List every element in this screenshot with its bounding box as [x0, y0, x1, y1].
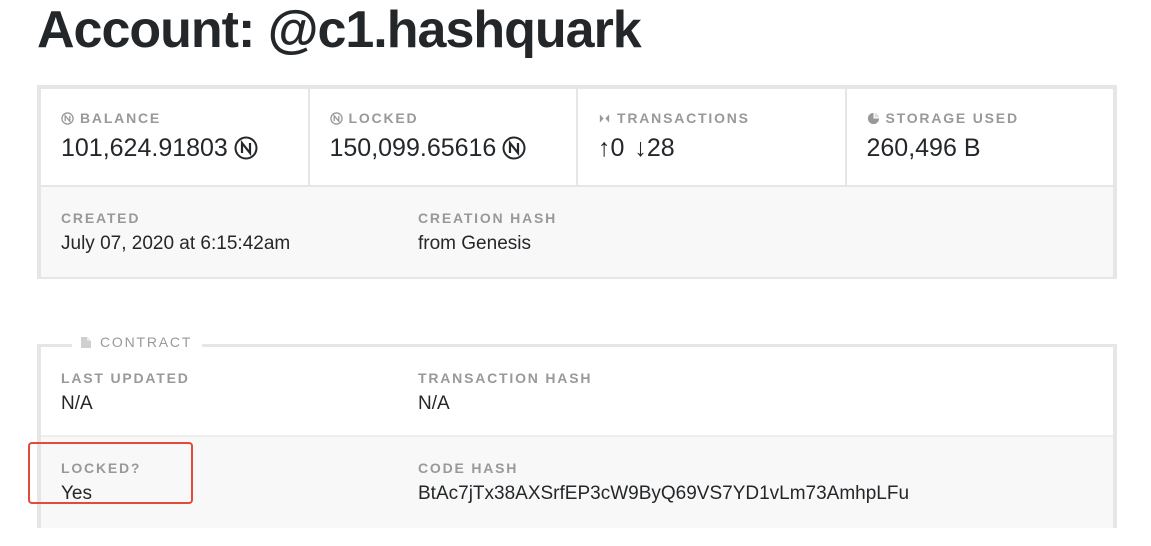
balance-label: BALANCE: [80, 110, 162, 126]
contract-card: LAST UPDATED N/A TRANSACTION HASH N/A LO…: [37, 344, 1117, 528]
created-field: CREATED July 07, 2020 at 6:15:42am: [61, 209, 418, 277]
code-hash-label: CODE HASH: [418, 460, 519, 476]
last-updated-label: LAST UPDATED: [61, 370, 190, 386]
account-overview-card: BALANCE 101,624.91803 LOCKED 150,099.656…: [37, 85, 1117, 279]
page-title: Account: @c1.hashquark: [37, 1, 642, 59]
creation-hash-value: from Genesis: [418, 233, 531, 254]
highlight-box: [28, 442, 193, 504]
contract-legend: CONTRACT: [72, 333, 203, 351]
created-value: July 07, 2020 at 6:15:42am: [61, 233, 291, 254]
near-icon: [61, 111, 74, 125]
last-updated-field: LAST UPDATED N/A: [61, 369, 418, 435]
transactions-sent: ↑0: [598, 134, 625, 162]
near-icon: [329, 111, 343, 125]
code-hash-field: CODE HASH BtAc7jTx38AXSrfEP3cW9ByQ69VS7Y…: [418, 459, 909, 528]
storage-stat: STORAGE USED 260,496 B: [847, 89, 1114, 185]
transaction-hash-value: N/A: [418, 393, 450, 414]
storage-label: STORAGE USED: [885, 110, 1019, 126]
balance-value: 101,624.91803: [61, 134, 228, 162]
account-page: Account: @c1.hashquark BALANCE 101,624.9…: [0, 0, 1151, 546]
balance-stat: BALANCE 101,624.91803: [41, 89, 310, 185]
creation-info-row: CREATED July 07, 2020 at 6:15:42am CREAT…: [41, 187, 1113, 277]
transactions-received: ↓28: [634, 134, 675, 162]
contract-row-code: LOCKED? Yes CODE HASH BtAc7jTx38AXSrfEP3…: [41, 435, 1113, 528]
transactions-label: TRANSACTIONS: [617, 110, 750, 126]
near-icon: [502, 136, 526, 160]
storage-icon: [867, 112, 879, 124]
locked-stat: LOCKED 150,099.65616: [310, 89, 578, 185]
last-updated-value: N/A: [61, 393, 93, 414]
locked-value: 150,099.65616: [329, 134, 497, 162]
document-icon: [81, 336, 91, 348]
creation-hash-label: CREATION HASH: [418, 210, 558, 226]
transactions-stat: TRANSACTIONS ↑0 ↓28: [578, 89, 847, 185]
contract-legend-label: CONTRACT: [100, 334, 193, 350]
contract-row-updates: LAST UPDATED N/A TRANSACTION HASH N/A: [41, 347, 1113, 435]
creation-hash-field: CREATION HASH from Genesis: [418, 209, 775, 277]
transaction-hash-field: TRANSACTION HASH N/A: [418, 369, 775, 435]
stats-row: BALANCE 101,624.91803 LOCKED 150,099.656…: [41, 89, 1113, 187]
near-icon: [234, 136, 258, 160]
created-label: CREATED: [61, 210, 141, 226]
storage-value: 260,496 B: [866, 134, 981, 162]
transactions-icon: [599, 113, 610, 123]
transaction-hash-label: TRANSACTION HASH: [418, 370, 593, 386]
locked-label: LOCKED: [348, 110, 419, 126]
code-hash-value[interactable]: BtAc7jTx38AXSrfEP3cW9ByQ69VS7YD1vLm73Amh…: [418, 483, 909, 505]
